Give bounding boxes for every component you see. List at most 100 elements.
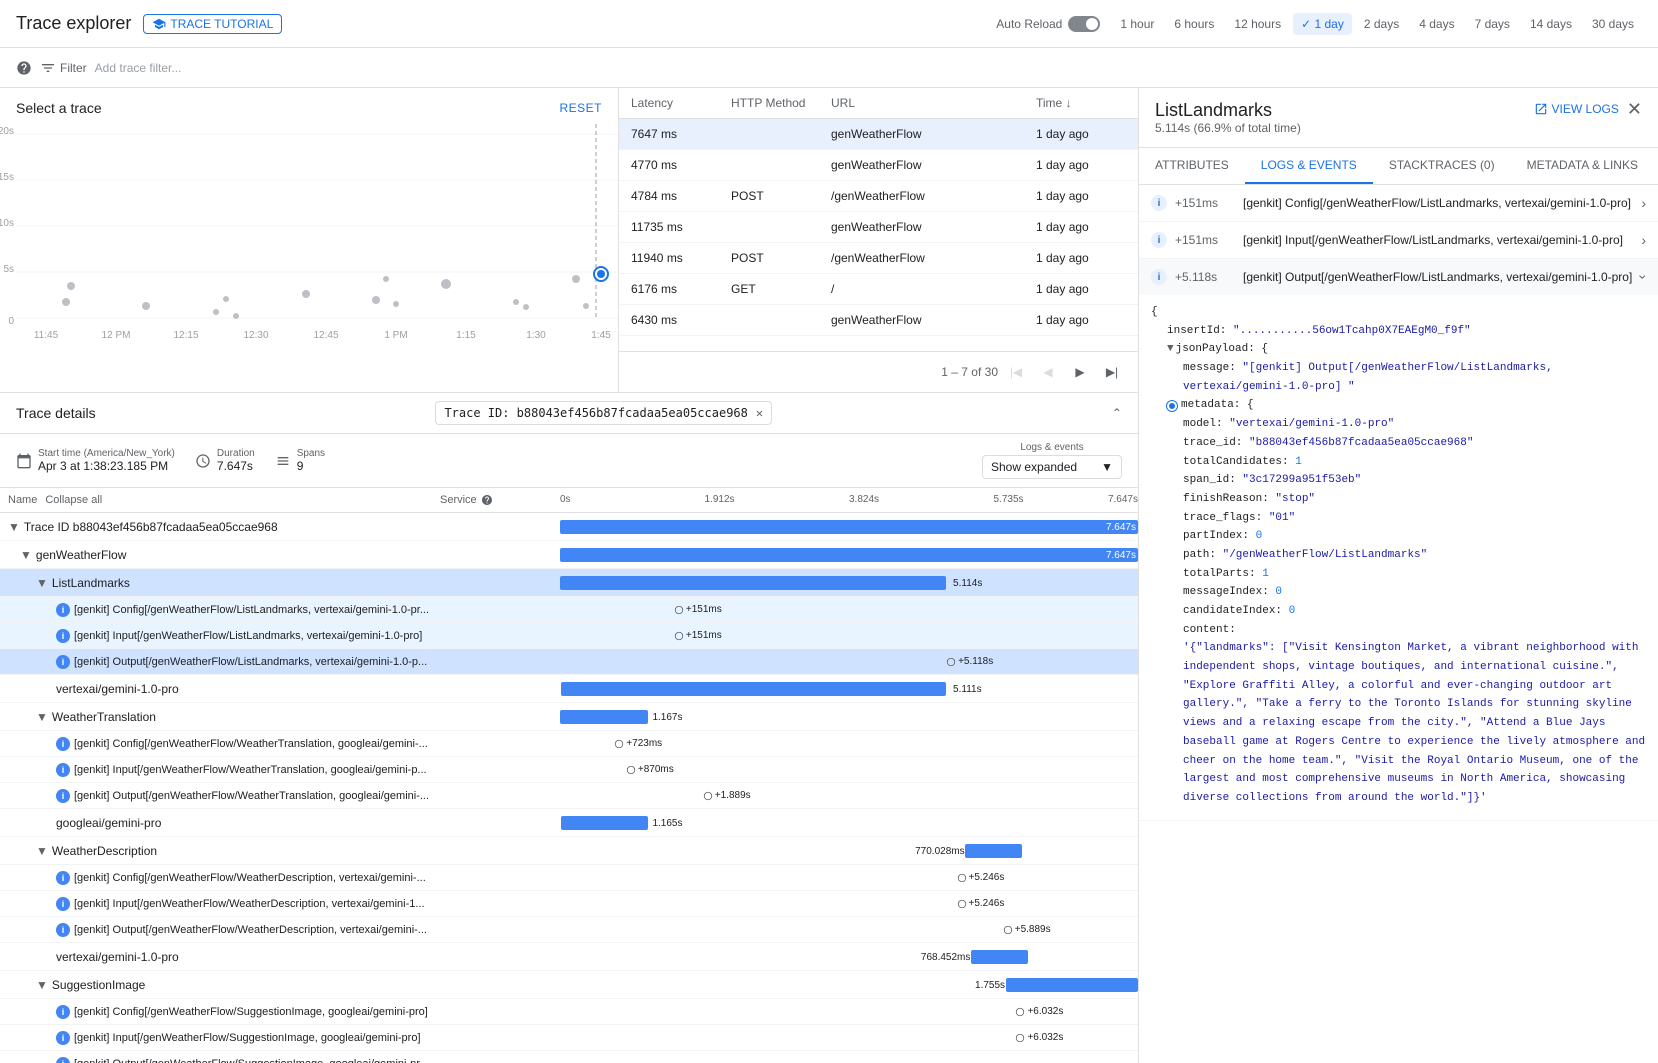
log-offset-label: +6.032s — [1015, 1032, 1063, 1043]
time-30days[interactable]: 30 days — [1584, 13, 1642, 35]
timeline-header: 0s 1.912s 3.824s 5.735s 7.647s — [560, 494, 1138, 506]
log-icon: i — [56, 737, 70, 751]
span-row[interactable]: i [genkit] Input[/genWeatherFlow/Suggest… — [0, 1025, 1138, 1051]
expand-icon[interactable]: ▼ — [8, 520, 20, 534]
log-event-header[interactable]: i +5.118s [genkit] Output[/genWeatherFlo… — [1139, 259, 1658, 295]
tab-attributes[interactable]: ATTRIBUTES — [1139, 148, 1245, 184]
trace-details-expand-btn[interactable]: ⌃ — [1112, 406, 1122, 420]
time-1day[interactable]: ✓ 1 day — [1293, 13, 1352, 35]
json-value: 1 — [1295, 456, 1302, 468]
span-row[interactable]: vertexai/gemini-1.0-pro 5.111s — [0, 675, 1138, 703]
log-icon: i — [56, 629, 70, 643]
log-icon: i — [56, 923, 70, 937]
spans-value: 9 — [297, 459, 325, 473]
log-icon: i — [56, 1031, 70, 1045]
time-cell: 1 day ago — [1036, 282, 1126, 296]
time-7days[interactable]: 7 days — [1467, 13, 1518, 35]
timeline-label: 1.167s — [652, 712, 682, 723]
svg-text:12:15: 12:15 — [173, 330, 198, 341]
close-panel-btn[interactable]: ✕ — [1627, 100, 1642, 118]
pagination-first-btn[interactable]: |◀ — [1002, 358, 1030, 386]
table-row[interactable]: 4770 ms genWeatherFlow 1 day ago — [619, 150, 1138, 181]
tutorial-badge[interactable]: TRACE TUTORIAL — [143, 14, 282, 34]
log-event-header[interactable]: i +151ms [genkit] Config[/genWeatherFlow… — [1139, 185, 1658, 221]
span-timeline-cell: +870ms — [560, 759, 1138, 781]
close-trace-id-btn[interactable]: ✕ — [756, 406, 763, 420]
calendar-icon — [16, 453, 32, 469]
logs-events-dropdown[interactable]: Show expanded ▼ — [982, 455, 1122, 479]
span-row[interactable]: ▼ genWeatherFlow 7.647s — [0, 541, 1138, 569]
span-row[interactable]: i [genkit] Config[/genWeatherFlow/Weathe… — [0, 731, 1138, 757]
time-1hour[interactable]: 1 hour — [1112, 13, 1162, 35]
reset-button[interactable]: RESET — [559, 101, 602, 115]
span-row[interactable]: i [genkit] Output[/genWeatherFlow/ListLa… — [0, 649, 1138, 675]
method-cell: POST — [731, 189, 831, 203]
trace-table-body: 7647 ms genWeatherFlow 1 day ago 4770 ms… — [619, 119, 1138, 351]
time-14days[interactable]: 14 days — [1522, 13, 1580, 35]
span-row[interactable]: ▼ SuggestionImage 1.755s — [0, 971, 1138, 999]
expand-icon[interactable]: ▼ — [36, 576, 48, 590]
filter-bar: Filter Add trace filter... — [0, 48, 1658, 88]
span-row[interactable]: vertexai/gemini-1.0-pro 768.452ms — [0, 943, 1138, 971]
tab-logs-events[interactable]: LOGS & EVENTS — [1245, 148, 1373, 184]
json-value: "b88043ef456b87fcadaa5ea05ccae968" — [1249, 437, 1473, 449]
span-row[interactable]: i [genkit] Input[/genWeatherFlow/Weather… — [0, 757, 1138, 783]
time-6hours[interactable]: 6 hours — [1166, 13, 1222, 35]
trace-details-section: Trace details Trace ID: b88043ef456b87fc… — [0, 393, 1138, 1063]
latency-cell: 11940 ms — [631, 251, 731, 265]
pagination-prev-btn[interactable]: ◀ — [1034, 358, 1062, 386]
auto-reload-label: Auto Reload — [996, 17, 1062, 31]
log-offset-label: +7.646s — [1137, 1058, 1138, 1063]
span-row[interactable]: i [genkit] Config[/genWeatherFlow/Sugges… — [0, 999, 1138, 1025]
span-row[interactable]: ▼ Trace ID b88043ef456b87fcadaa5ea05ccae… — [0, 513, 1138, 541]
log-icon: i — [56, 1057, 70, 1063]
json-expandable-line[interactable]: metadata: { — [1151, 396, 1646, 415]
span-row[interactable]: i [genkit] Config[/genWeatherFlow/Weathe… — [0, 865, 1138, 891]
table-row[interactable]: 4784 ms POST /genWeatherFlow 1 day ago — [619, 181, 1138, 212]
span-row[interactable]: i [genkit] Config[/genWeatherFlow/ListLa… — [0, 597, 1138, 623]
span-row[interactable]: ▼ WeatherDescription 770.028ms — [0, 837, 1138, 865]
time-12hours[interactable]: 12 hours — [1226, 13, 1289, 35]
span-row[interactable]: i [genkit] Input[/genWeatherFlow/ListLan… — [0, 623, 1138, 649]
svg-text:20s: 20s — [0, 126, 14, 137]
timeline-bar — [561, 816, 649, 830]
auto-reload-toggle[interactable] — [1068, 16, 1100, 32]
pagination-next-btn[interactable]: ▶ — [1066, 358, 1094, 386]
filter-help-icon[interactable] — [16, 60, 32, 76]
filter-placeholder[interactable]: Add trace filter... — [95, 61, 182, 75]
expand-icon[interactable]: ▼ — [36, 844, 48, 858]
filter-button[interactable]: Filter — [40, 60, 87, 76]
expand-icon[interactable]: ▼ — [36, 710, 48, 724]
table-row[interactable]: 6176 ms GET / 1 day ago — [619, 274, 1138, 305]
span-row[interactable]: i [genkit] Output[/genWeatherFlow/Weathe… — [0, 917, 1138, 943]
pagination-last-btn[interactable]: ▶| — [1098, 358, 1126, 386]
trace-table-header: Latency HTTP Method URL Time ↓ — [619, 88, 1138, 119]
span-row[interactable]: i [genkit] Output[/genWeatherFlow/Weathe… — [0, 783, 1138, 809]
table-row[interactable]: 11940 ms POST /genWeatherFlow 1 day ago — [619, 243, 1138, 274]
time-4days[interactable]: 4 days — [1411, 13, 1462, 35]
span-row[interactable]: ▼ WeatherTranslation 1.167s — [0, 703, 1138, 731]
expand-icon[interactable]: ▼ — [36, 978, 48, 992]
table-row[interactable]: 7647 ms genWeatherFlow 1 day ago — [619, 119, 1138, 150]
span-timeline-cell: +1.889s — [560, 785, 1138, 807]
span-row[interactable]: ▼ ListLandmarks 5.114s — [0, 569, 1138, 597]
span-row[interactable]: googleai/gemini-pro 1.165s — [0, 809, 1138, 837]
latency-cell: 4784 ms — [631, 189, 731, 203]
json-expand-arrow: ▼ — [1167, 340, 1174, 359]
view-logs-link[interactable]: VIEW LOGS — [1534, 102, 1619, 116]
time-2days[interactable]: 2 days — [1356, 13, 1407, 35]
span-row[interactable]: i [genkit] Output[/genWeatherFlow/Sugges… — [0, 1051, 1138, 1063]
log-event-header[interactable]: i +151ms [genkit] Input[/genWeatherFlow/… — [1139, 222, 1658, 258]
span-timeline-cell: 1.165s — [560, 812, 1138, 834]
json-expandable-line[interactable]: ▼ jsonPayload: { — [1151, 340, 1646, 359]
table-row[interactable]: 6430 ms genWeatherFlow 1 day ago — [619, 305, 1138, 336]
expand-icon[interactable]: ▼ — [20, 548, 32, 562]
table-row[interactable]: 11735 ms genWeatherFlow 1 day ago — [619, 212, 1138, 243]
span-row[interactable]: i [genkit] Input[/genWeatherFlow/Weather… — [0, 891, 1138, 917]
filter-label: Filter — [60, 61, 87, 75]
log-event-time: +151ms — [1175, 233, 1235, 247]
tab-metadata[interactable]: METADATA & LINKS — [1511, 148, 1654, 184]
span-timeline-cell: +7.646s — [560, 1053, 1138, 1063]
collapse-all-btn[interactable]: Collapse all — [45, 494, 102, 506]
tab-stacktraces[interactable]: STACKTRACES (0) — [1373, 148, 1511, 184]
